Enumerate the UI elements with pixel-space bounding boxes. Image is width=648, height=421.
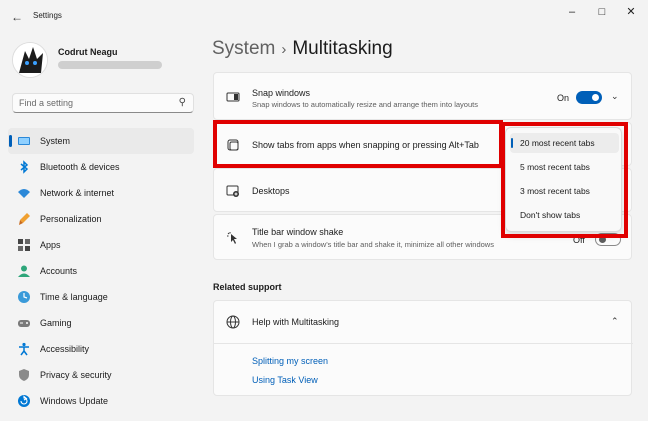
sidebar-item-label: System: [40, 136, 71, 146]
snap-windows-toggle[interactable]: [576, 91, 602, 104]
chevron-down-icon[interactable]: ⌄: [611, 91, 619, 102]
sidebar-item-network[interactable]: Network & internet: [8, 180, 194, 206]
shield-icon: [19, 369, 29, 381]
sidebar-item-label: Network & internet: [40, 188, 115, 198]
sidebar-item-bluetooth[interactable]: Bluetooth & devices: [8, 154, 194, 180]
highlight-box-dropdown: [501, 122, 628, 238]
sidebar-item-time-language[interactable]: Time & language: [8, 284, 194, 310]
related-support-heading: Related support: [213, 282, 282, 292]
sidebar-item-label: Gaming: [40, 318, 72, 328]
app-title: Settings: [33, 11, 62, 20]
wifi-icon: [18, 189, 30, 198]
close-button[interactable]: ✕: [620, 5, 642, 19]
help-multitasking-title[interactable]: Help with Multitasking: [252, 317, 339, 327]
sidebar-item-label: Accounts: [40, 266, 78, 276]
sidebar-item-label: Apps: [40, 240, 61, 250]
shake-icon: [227, 232, 237, 244]
sidebar-item-label: Accessibility: [40, 344, 90, 354]
desktops-icon: [226, 185, 239, 197]
sidebar-item-privacy[interactable]: Privacy & security: [8, 362, 194, 388]
link-task-view[interactable]: Using Task View: [252, 375, 318, 385]
sidebar-item-system[interactable]: System: [8, 128, 194, 154]
gamepad-icon: [18, 320, 30, 327]
page-title: Multitasking: [292, 38, 393, 59]
snap-toggle-label: On: [557, 93, 570, 103]
minimize-button[interactable]: –: [561, 5, 583, 19]
highlight-box-setting: [213, 120, 503, 168]
sidebar-item-label: Bluetooth & devices: [40, 162, 120, 172]
active-indicator: [9, 135, 12, 147]
sidebar-nav: System Bluetooth & devices Network & int…: [8, 128, 196, 414]
update-icon: [18, 395, 30, 407]
title-bar: ← Settings – □ ✕: [0, 0, 648, 32]
sidebar-item-personalization[interactable]: Personalization: [8, 206, 194, 232]
sidebar-item-label: Personalization: [40, 214, 102, 224]
title-bar-shake-description: When I grab a window's title bar and sha…: [252, 240, 494, 249]
sidebar-item-accessibility[interactable]: Accessibility: [8, 336, 194, 362]
user-email-redacted: [58, 61, 162, 69]
maximize-button[interactable]: □: [591, 5, 613, 19]
search-box[interactable]: Find a setting ⚲: [12, 93, 194, 113]
apps-icon: [18, 239, 30, 251]
breadcrumb-system[interactable]: System: [212, 38, 275, 59]
snap-windows-title: Snap windows: [252, 88, 311, 98]
sidebar-item-label: Windows Update: [40, 396, 109, 406]
sidebar-item-gaming[interactable]: Gaming: [8, 310, 194, 336]
brush-icon: [19, 213, 30, 225]
chevron-up-icon[interactable]: ⌃: [611, 316, 619, 327]
avatar-image: [13, 43, 47, 77]
snap-windows-description: Snap windows to automatically resize and…: [252, 100, 478, 109]
sidebar-item-apps[interactable]: Apps: [8, 232, 194, 258]
desktops-title: Desktops: [252, 186, 290, 196]
system-icon: [18, 137, 30, 145]
bluetooth-icon: [20, 160, 29, 174]
sidebar-item-windows-update[interactable]: Windows Update: [8, 388, 194, 414]
avatar[interactable]: [12, 42, 48, 78]
breadcrumb-separator: ›: [281, 41, 287, 58]
globe-clock-icon: [18, 291, 30, 303]
search-icon: ⚲: [178, 97, 186, 108]
divider: [214, 343, 633, 344]
sidebar-item-label: Time & language: [40, 292, 108, 302]
accessibility-icon: [19, 342, 29, 356]
link-splitting-screen[interactable]: Splitting my screen: [252, 356, 328, 366]
snap-windows-icon: [226, 92, 240, 102]
title-bar-shake-title: Title bar window shake: [252, 227, 344, 237]
account-icon: [18, 265, 30, 277]
user-name: Codrut Neagu: [58, 47, 118, 57]
back-button[interactable]: ←: [8, 8, 26, 26]
sidebar-item-accounts[interactable]: Accounts: [8, 258, 194, 284]
snap-windows-card[interactable]: Snap windows Snap windows to automatical…: [213, 72, 632, 120]
search-input[interactable]: Find a setting: [19, 98, 73, 108]
breadcrumb: System › Multitasking: [212, 38, 393, 60]
sidebar-item-label: Privacy & security: [40, 370, 112, 380]
globe-icon: [226, 315, 240, 329]
